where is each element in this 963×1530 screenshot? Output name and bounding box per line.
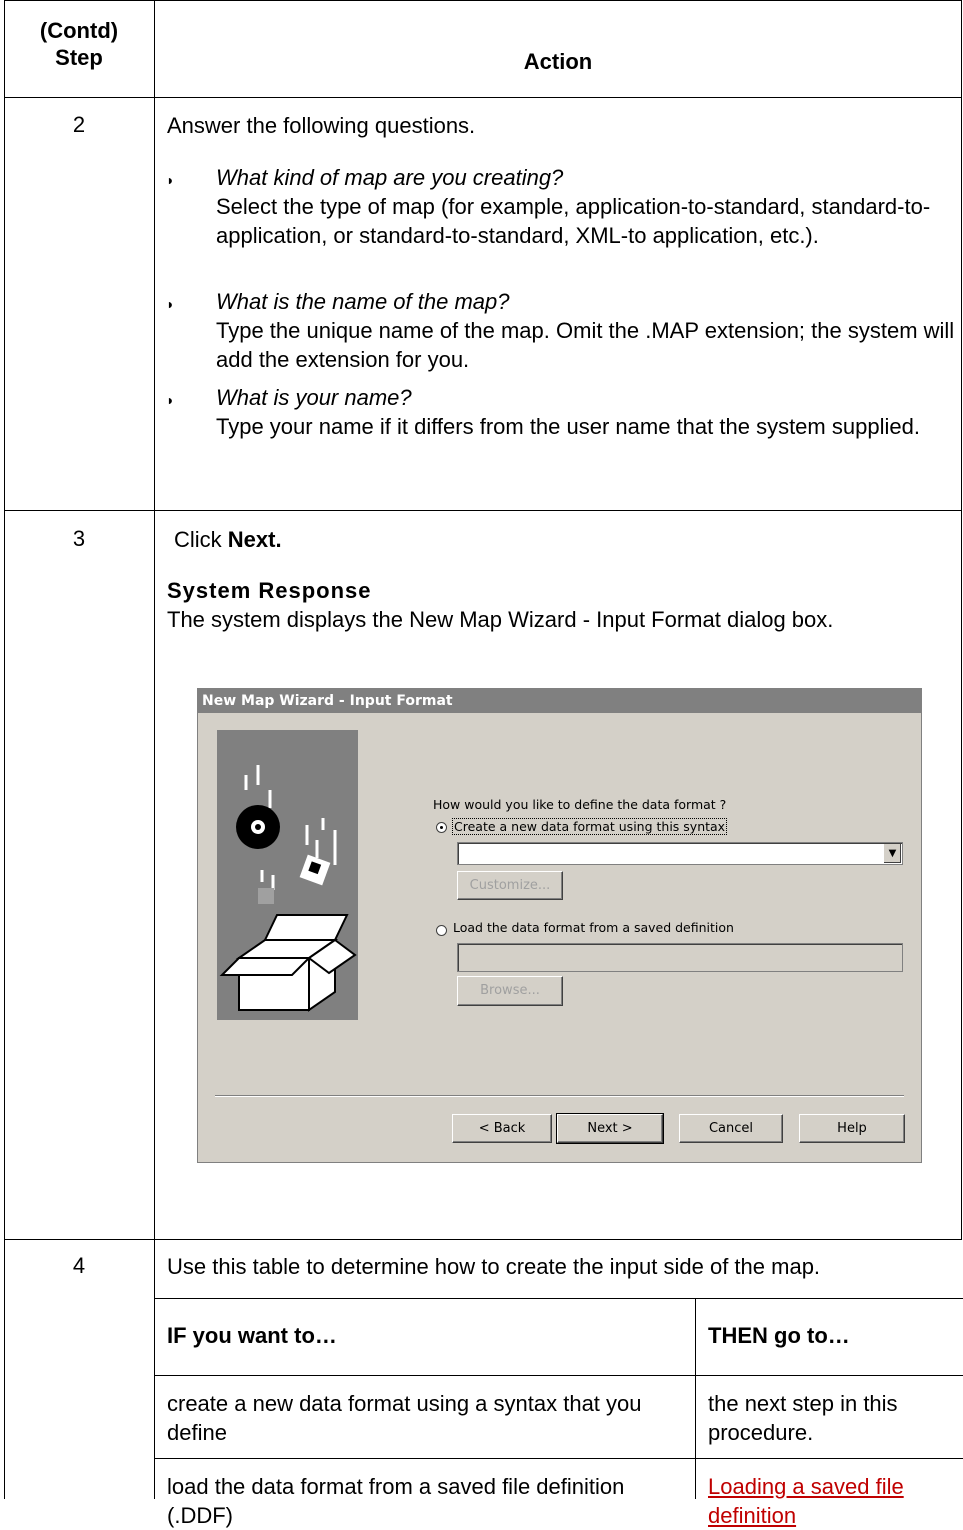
step-number: 4	[72, 1253, 86, 1278]
definition-path-field[interactable]	[457, 943, 903, 972]
loading-saved-file-link[interactable]: Loading a saved file definition	[708, 1472, 958, 1530]
table-border-right	[961, 0, 962, 1239]
subtable-header-then: THEN go to…	[708, 1323, 850, 1348]
table-border-top	[4, 0, 962, 1]
step-intro: Use this table to determine how to creat…	[167, 1254, 821, 1279]
answer-text: Type your name if it differs from the us…	[216, 414, 920, 439]
subtable-header-if: IF you want to…	[167, 1323, 337, 1348]
step-number: 3	[72, 526, 86, 551]
step-intro: Answer the following questions.	[167, 113, 476, 138]
syntax-select[interactable]: ▼	[457, 842, 903, 865]
question-text: What is the name of the map?	[216, 289, 510, 314]
answer-text: Select the type of map (for example, app…	[216, 194, 931, 248]
next-button[interactable]: Next >	[556, 1113, 664, 1144]
row3-divider	[4, 1239, 962, 1240]
customize-button[interactable]: Customize...	[457, 871, 563, 900]
chevron-down-icon[interactable]: ▼	[883, 844, 901, 863]
header-divider	[4, 97, 962, 98]
radio-new-format[interactable]	[436, 822, 447, 833]
radio-load-format-label[interactable]: Load the data format from a saved defini…	[453, 920, 734, 935]
question-text: What kind of map are you creating?	[216, 165, 564, 190]
back-button[interactable]: < Back	[452, 1114, 552, 1143]
help-button[interactable]: Help	[799, 1114, 905, 1143]
row2-divider	[4, 510, 962, 511]
header-action: Action	[523, 49, 593, 74]
list-item: What is your name? Type your name if it …	[216, 383, 956, 441]
subtable-cell: the next step in this procedure.	[708, 1391, 898, 1445]
subtable-top	[154, 1298, 963, 1299]
cancel-button[interactable]: Cancel	[679, 1114, 783, 1143]
subtable-cell: load the data format from a saved file d…	[167, 1474, 625, 1528]
bullet-icon: ◗	[166, 172, 175, 188]
system-response-heading: System Response	[167, 578, 372, 603]
subtable-cell: create a new data format using a syntax …	[167, 1391, 642, 1445]
list-item: What kind of map are you creating? Selec…	[216, 163, 956, 250]
format-question: How would you like to define the data fo…	[433, 797, 727, 812]
next-emphasis: Next.	[227, 527, 282, 552]
radio-load-format[interactable]	[436, 925, 447, 936]
subtable-row-divider	[154, 1458, 963, 1459]
click-prefix: Click	[174, 527, 228, 552]
dialog-title: New Map Wizard - Input Format	[198, 689, 921, 713]
new-map-wizard-dialog: New Map Wizard - Input Format How would …	[197, 688, 922, 1163]
system-response-text: The system displays the New Map Wizard -…	[167, 607, 834, 632]
subtable-column-divider	[695, 1298, 696, 1499]
browse-button[interactable]: Browse...	[457, 976, 563, 1006]
bullet-icon: ◗	[166, 296, 175, 312]
wizard-illustration-icon	[217, 730, 358, 1020]
click-instruction: Click Next.	[174, 525, 282, 554]
bullet-icon: ◗	[166, 392, 175, 408]
table-divider-step	[154, 0, 155, 1499]
list-item: What is the name of the map? Type the un…	[216, 287, 956, 374]
answer-text: Type the unique name of the map. Omit th…	[216, 318, 955, 372]
step-number: 2	[72, 112, 86, 137]
dialog-separator	[215, 1095, 904, 1097]
question-text: What is your name?	[216, 385, 412, 410]
subtable-header-divider	[154, 1375, 963, 1376]
radio-new-format-label[interactable]: Create a new data format using this synt…	[452, 818, 728, 835]
header-step: (Contd) Step	[39, 18, 119, 70]
